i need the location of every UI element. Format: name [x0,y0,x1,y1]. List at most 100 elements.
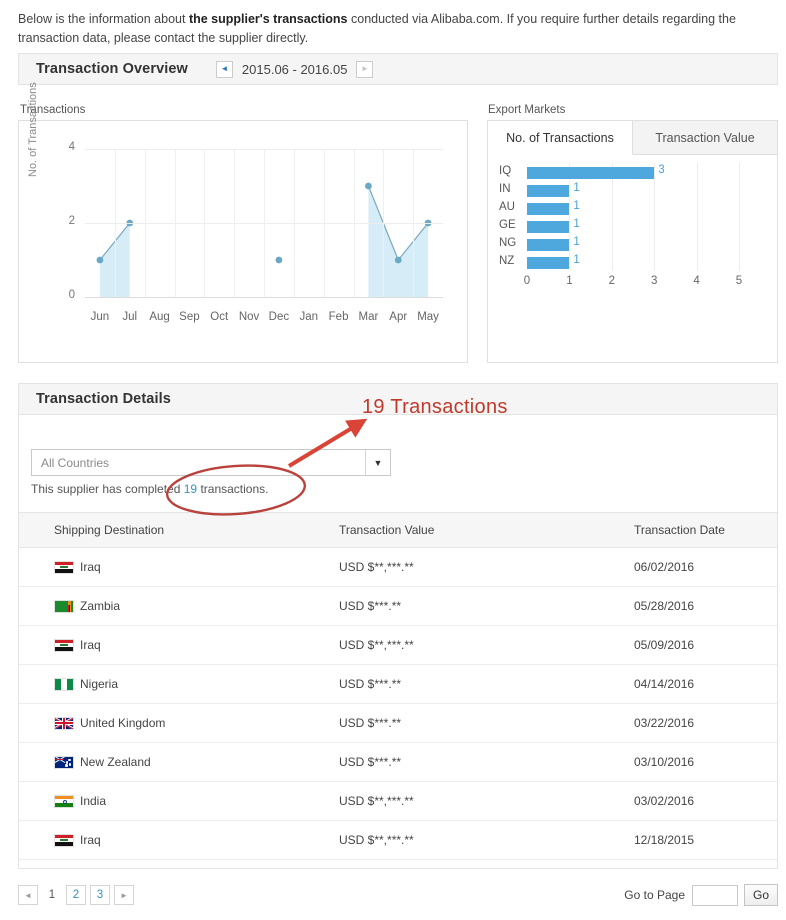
goto-page-label: Go to Page [624,888,685,902]
line-chart-point[interactable] [276,257,283,264]
page-title: Transaction Overview [36,61,188,77]
line-chart-baseline [85,297,443,298]
country-name: India [80,794,106,808]
transaction-details-panel: All Countries ▼ This supplier has comple… [18,432,778,869]
tab-no-of-transactions[interactable]: No. of Transactions [488,121,633,155]
intro-pre: Below is the information about [18,12,189,26]
bar-chart-category-label: IQ [499,165,525,177]
line-chart-x-tick: May [411,311,445,323]
table-row: IraqUSD $**,***.**12/18/2015 [19,821,777,860]
line-chart-point[interactable] [97,257,104,264]
column-header-destination: Shipping Destination [19,523,339,537]
flag-icon-nz [54,756,74,769]
bar-chart-category-label: GE [499,219,525,231]
line-chart-area [368,186,428,297]
bar-chart-bar[interactable] [527,203,569,215]
export-markets-tabs: No. of TransactionsTransaction Value [488,121,777,155]
transactions-table: Shipping Destination Transaction Value T… [19,512,777,860]
transactions-line-chart: No. of Transactions 024 JunJulAugSepOctN… [18,120,468,363]
pagination-next-button[interactable]: ► [114,885,134,905]
pagination-page-1: 1 [42,885,62,905]
export-markets-caption: Export Markets [488,104,565,116]
line-chart-y-axis-title: No. of Transactions [27,57,39,177]
table-row: NigeriaUSD $***.**04/14/2016 [19,665,777,704]
line-chart-y-tick: 2 [59,215,75,227]
flag-icon-gb [54,717,74,730]
bar-chart-x-tick: 0 [517,275,537,287]
details-title: Transaction Details [36,391,171,407]
next-period-button[interactable]: ► [356,61,373,78]
bar-chart-bar[interactable] [527,257,569,269]
date-range-selector: ◄ 2015.06 - 2016.05 ► [216,61,374,78]
bar-chart-row: NZ1 [488,255,777,270]
intro-paragraph: Below is the information about the suppl… [18,10,768,48]
bar-chart-row: IN1 [488,183,777,198]
completed-post: transactions. [197,482,268,496]
bar-chart-row: IQ3 [488,165,777,180]
bar-chart-value-label: 1 [573,254,579,266]
line-chart-plot-area [85,149,443,297]
country-filter-value: All Countries [32,456,365,470]
table-row: New ZealandUSD $***.**03/10/2016 [19,743,777,782]
pagination-numbers: 123 [42,885,114,905]
table-row: ZambiaUSD $***.**05/28/2016 [19,587,777,626]
bar-chart-x-tick: 2 [602,275,622,287]
goto-page-group: Go to Page Go [624,884,778,906]
bar-chart-value-label: 1 [573,200,579,212]
tab-transaction-value[interactable]: Transaction Value [633,121,777,154]
intro-bold: the supplier's transactions [189,12,348,26]
cell-transaction-value: USD $***.** [339,677,634,691]
bar-chart-category-label: AU [499,201,525,213]
pagination-page-3[interactable]: 3 [90,885,110,905]
cell-transaction-date: 06/02/2016 [634,560,777,574]
table-body: IraqUSD $**,***.**06/02/2016ZambiaUSD $*… [19,548,777,860]
cell-transaction-value: USD $***.** [339,716,634,730]
bar-chart-row: NG1 [488,237,777,252]
pagination-prev-button[interactable]: ◄ [18,885,38,905]
cell-transaction-date: 05/28/2016 [634,599,777,613]
line-chart-y-tick: 4 [59,141,75,153]
bar-chart-bar[interactable] [527,185,569,197]
table-row: United KingdomUSD $***.**03/22/2016 [19,704,777,743]
prev-period-button[interactable]: ◄ [216,61,233,78]
annotation-label: 19 Transactions [362,396,508,419]
bar-chart-bar[interactable] [527,239,569,251]
country-filter-wrap: All Countries ▼ This supplier has comple… [31,449,391,496]
go-button[interactable]: Go [744,884,778,906]
cell-transaction-value: USD $***.** [339,599,634,613]
line-chart-point[interactable] [395,257,402,264]
flag-icon-ng [54,678,74,691]
flag-icon-iq [54,561,74,574]
country-filter-select[interactable]: All Countries ▼ [31,449,391,476]
export-markets-bars: 012345IQ3IN1AU1GE1NG1NZ1 [488,155,777,363]
column-header-date: Transaction Date [634,523,777,537]
line-chart-point[interactable] [365,183,372,190]
table-header-row: Shipping Destination Transaction Value T… [19,512,777,548]
completed-pre: This supplier has completed [31,482,184,496]
date-range-label: 2015.06 - 2016.05 [242,62,348,77]
completed-count-link[interactable]: 19 [184,482,197,496]
goto-page-input[interactable] [692,885,738,906]
line-chart-gridline [85,223,443,224]
cell-transaction-date: 03/02/2016 [634,794,777,808]
export-markets-chart: No. of TransactionsTransaction Value 0 1 2… [487,120,778,363]
country-name: Iraq [80,560,101,574]
country-name: Nigeria [80,677,118,691]
bar-chart-x-tick: 4 [687,275,707,287]
pagination-page-2[interactable]: 2 [66,885,86,905]
bar-chart-value-label: 1 [573,236,579,248]
chevron-down-icon: ▼ [365,450,390,475]
transaction-report-page: Below is the information about the suppl… [0,0,786,920]
cell-transaction-value: USD $***.** [339,755,634,769]
bar-chart-bar[interactable] [527,167,654,179]
cell-transaction-value: USD $**,***.** [339,794,634,808]
bar-chart-value-label: 1 [573,218,579,230]
bar-chart-bar[interactable] [527,221,569,233]
cell-transaction-date: 12/18/2015 [634,833,777,847]
bar-chart-category-label: IN [499,183,525,195]
cell-transaction-date: 03/10/2016 [634,755,777,769]
completed-transactions-text: This supplier has completed 19 transacti… [31,482,391,496]
flag-icon-in [54,795,74,808]
country-name: Iraq [80,638,101,652]
table-row: IraqUSD $**,***.**06/02/2016 [19,548,777,587]
